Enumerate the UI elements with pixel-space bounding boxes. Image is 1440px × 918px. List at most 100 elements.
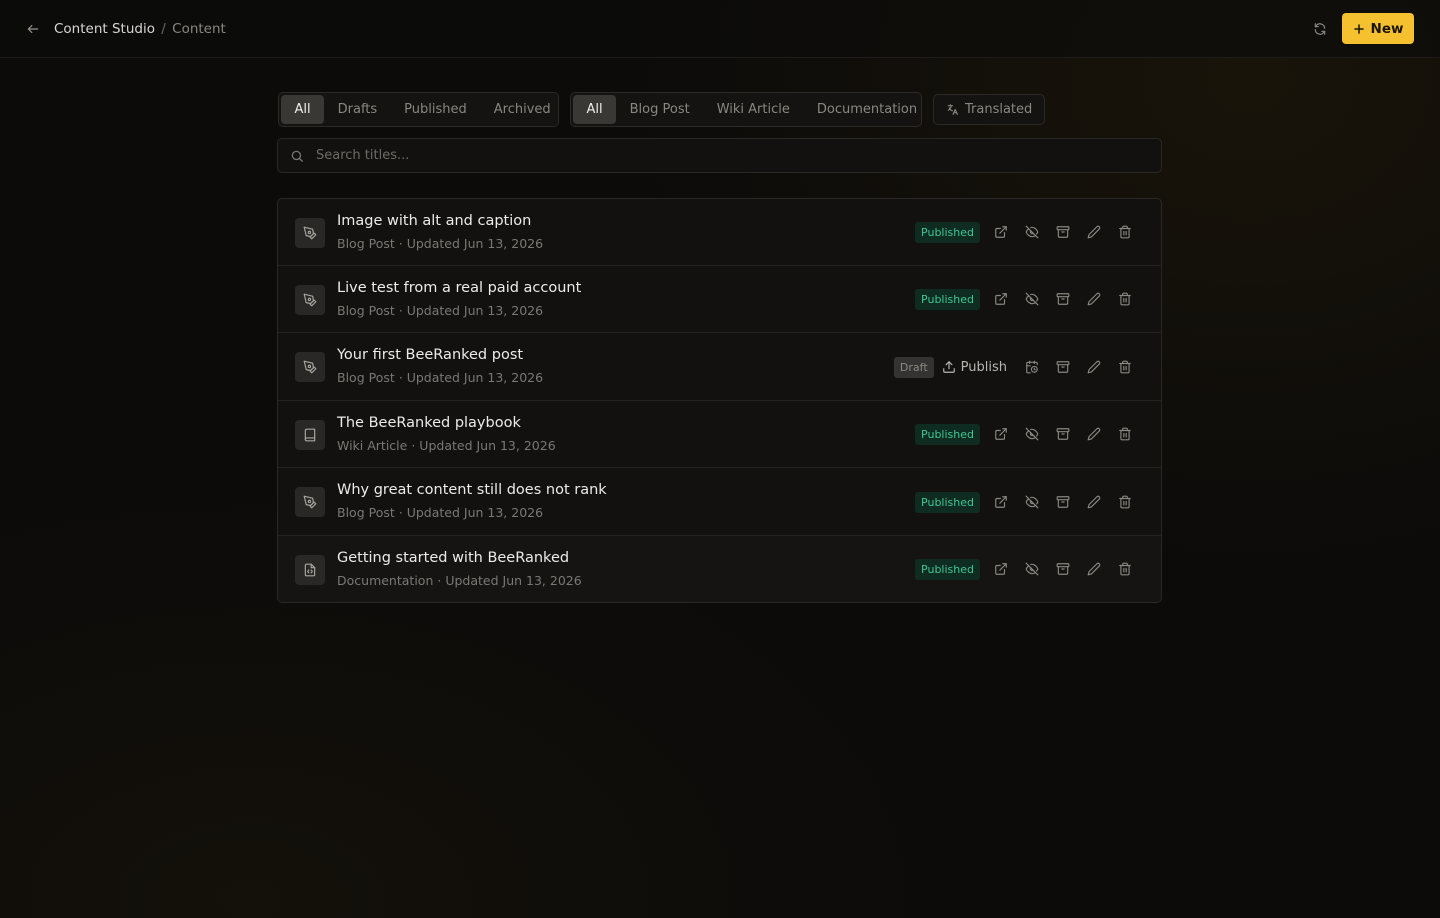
row-actions: Published — [915, 423, 1140, 445]
meta-separator: · — [398, 303, 403, 318]
content-updated: Updated Jun 13, 2026 — [406, 505, 544, 520]
publish-button[interactable]: Publish — [942, 360, 1007, 375]
blog-post-type-icon — [295, 285, 325, 315]
content-row[interactable]: Getting started with BeeRanked Documenta… — [278, 536, 1161, 602]
edit-button[interactable] — [1078, 221, 1109, 243]
publish-label: Publish — [960, 359, 1007, 375]
breadcrumb: Content Studio / Content — [54, 20, 226, 38]
content-title[interactable]: Image with alt and caption — [337, 213, 531, 229]
content-type: Blog Post — [337, 303, 395, 318]
row-actions: Published — [915, 288, 1140, 310]
eye-off-icon — [1025, 292, 1038, 306]
unpublish-button[interactable] — [1016, 288, 1047, 310]
archive-button[interactable] — [1047, 221, 1078, 243]
search-input[interactable] — [316, 139, 1146, 172]
row-actions: Published — [915, 491, 1140, 513]
content-type: Blog Post — [337, 370, 395, 385]
archive-button[interactable] — [1047, 423, 1078, 445]
documentation-type-icon — [295, 555, 325, 585]
status-badge: Published — [915, 288, 980, 310]
translated-toggle[interactable]: Translated — [933, 94, 1046, 125]
edit-button[interactable] — [1078, 491, 1109, 513]
edit-button[interactable] — [1078, 356, 1109, 378]
type-filter-documentation[interactable]: Documentation — [803, 95, 930, 124]
edit-button[interactable] — [1078, 288, 1109, 310]
blog-post-type-icon — [295, 352, 325, 382]
breadcrumb-root[interactable]: Content Studio — [54, 21, 155, 37]
status-filter: All Drafts Published Archived — [278, 92, 559, 127]
content-row[interactable]: Live test from a real paid account Blog … — [278, 266, 1161, 333]
type-filter-all[interactable]: All — [573, 95, 617, 124]
archive-button[interactable] — [1047, 558, 1078, 580]
type-filter-blog-post[interactable]: Blog Post — [616, 95, 703, 124]
content-row[interactable]: The BeeRanked playbook Wiki Article · Up… — [278, 401, 1161, 468]
content-title[interactable]: Your first BeeRanked post — [337, 347, 523, 363]
content-row[interactable]: Your first BeeRanked post Blog Post · Up… — [278, 333, 1161, 401]
row-actions: Published — [915, 558, 1140, 580]
pen-nib-icon — [303, 226, 317, 240]
content-title[interactable]: Live test from a real paid account — [337, 280, 581, 296]
archive-icon — [1056, 496, 1069, 508]
new-content-button[interactable]: New — [1342, 13, 1414, 44]
edit-button[interactable] — [1078, 423, 1109, 445]
breadcrumb-current: Content — [172, 21, 226, 37]
file-code-icon — [304, 563, 316, 577]
unpublish-button[interactable] — [1016, 221, 1047, 243]
status-badge: Published — [915, 423, 980, 445]
archive-button[interactable] — [1047, 356, 1078, 378]
wiki-article-type-icon — [295, 420, 325, 450]
archive-icon — [1056, 428, 1069, 440]
plus-icon — [1353, 23, 1364, 34]
content-row[interactable]: Why great content still does not rank Bl… — [278, 468, 1161, 536]
calendar-clock-icon — [1025, 360, 1038, 374]
open-external-button[interactable] — [985, 288, 1016, 310]
unpublish-button[interactable] — [1016, 491, 1047, 513]
status-filter-drafts[interactable]: Drafts — [324, 95, 391, 124]
edit-button[interactable] — [1078, 558, 1109, 580]
content-title[interactable]: The BeeRanked playbook — [337, 415, 521, 431]
status-filter-archived[interactable]: Archived — [480, 95, 564, 124]
refresh-icon — [1314, 23, 1326, 35]
delete-button[interactable] — [1109, 288, 1140, 310]
open-external-button[interactable] — [985, 558, 1016, 580]
status-filter-all[interactable]: All — [281, 95, 325, 124]
delete-button[interactable] — [1109, 356, 1140, 378]
type-filter-wiki-article[interactable]: Wiki Article — [703, 95, 803, 124]
open-external-button[interactable] — [985, 221, 1016, 243]
archive-button[interactable] — [1047, 288, 1078, 310]
delete-button[interactable] — [1109, 491, 1140, 513]
delete-button[interactable] — [1109, 221, 1140, 243]
pencil-icon — [1087, 292, 1100, 306]
unpublish-button[interactable] — [1016, 558, 1047, 580]
pencil-icon — [1087, 225, 1100, 239]
delete-button[interactable] — [1109, 558, 1140, 580]
eye-off-icon — [1025, 427, 1038, 441]
open-external-button[interactable] — [985, 423, 1016, 445]
archive-icon — [1056, 563, 1069, 575]
content-meta: Blog Post · Updated Jun 13, 2026 — [337, 303, 543, 318]
row-actions: Draft Publish — [893, 356, 1140, 378]
schedule-button[interactable] — [1016, 356, 1047, 378]
blog-post-type-icon — [295, 218, 325, 248]
external-link-icon — [994, 496, 1007, 508]
content-row[interactable]: Image with alt and caption Blog Post · U… — [278, 199, 1161, 266]
unpublish-button[interactable] — [1016, 423, 1047, 445]
archive-icon — [1056, 361, 1069, 373]
open-external-button[interactable] — [985, 491, 1016, 513]
content-meta: Documentation · Updated Jun 13, 2026 — [337, 573, 582, 588]
content-meta: Blog Post · Updated Jun 13, 2026 — [337, 505, 543, 520]
status-filter-published[interactable]: Published — [391, 95, 481, 124]
back-button[interactable] — [22, 18, 44, 40]
archive-button[interactable] — [1047, 491, 1078, 513]
meta-separator: · — [398, 236, 403, 251]
row-actions: Published — [915, 221, 1140, 243]
delete-button[interactable] — [1109, 423, 1140, 445]
trash-icon — [1118, 427, 1131, 441]
content-type: Documentation — [337, 573, 434, 588]
refresh-button[interactable] — [1309, 18, 1331, 40]
pen-nib-icon — [303, 495, 317, 509]
content-title[interactable]: Why great content still does not rank — [337, 482, 607, 498]
trash-icon — [1118, 225, 1131, 239]
content-title[interactable]: Getting started with BeeRanked — [337, 550, 569, 566]
content-meta: Blog Post · Updated Jun 13, 2026 — [337, 370, 543, 385]
